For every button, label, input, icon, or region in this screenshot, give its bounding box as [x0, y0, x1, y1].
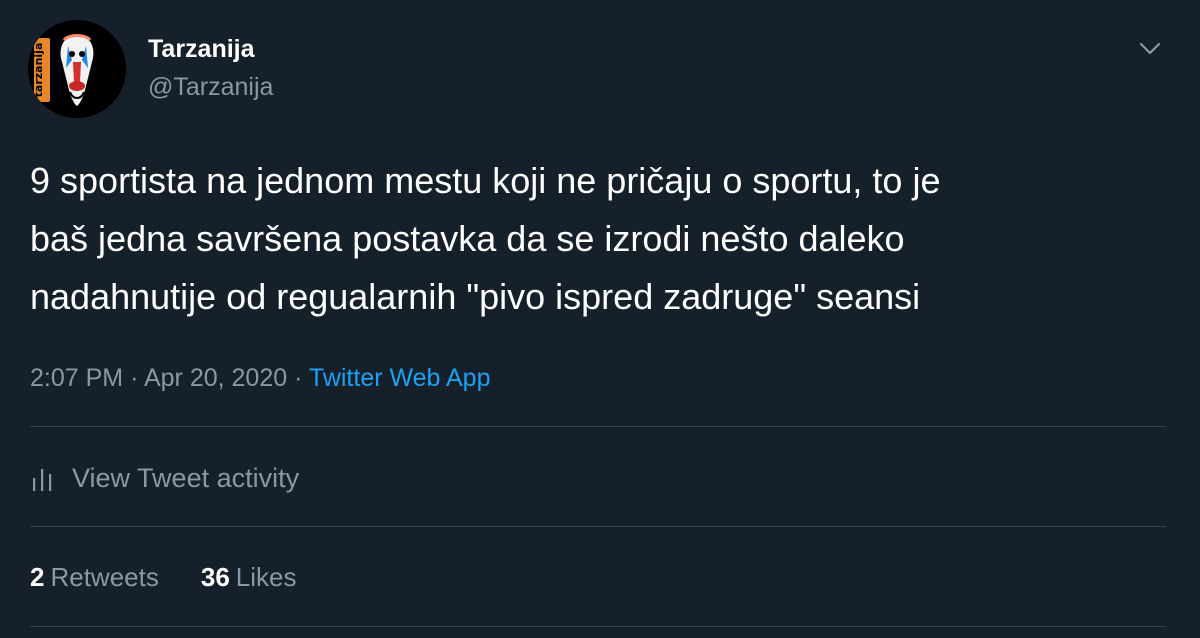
tweet-text: 9 sportista na jednom mestu koji ne prič… [30, 160, 941, 317]
tweet-stats: 2 Retweets 36 Likes [30, 560, 296, 594]
divider [30, 626, 1166, 627]
display-name[interactable]: Tarzanija [148, 34, 255, 64]
meta-separator: · [130, 364, 139, 392]
view-tweet-activity-button[interactable]: View Tweet activity [30, 458, 299, 498]
divider [30, 426, 1166, 427]
chevron-down-icon[interactable] [1132, 30, 1168, 66]
user-handle[interactable]: @Tarzanija [148, 72, 273, 102]
retweets-stat[interactable]: 2 Retweets [30, 560, 159, 594]
retweets-count: 2 [30, 562, 45, 592]
tweet-date[interactable]: Apr 20, 2020 [144, 364, 287, 392]
bar-chart-icon [33, 469, 52, 491]
avatar[interactable]: tarzanija [28, 20, 126, 118]
mandrill-avatar-icon: tarzanija [28, 20, 126, 118]
likes-stat[interactable]: 36 Likes [201, 560, 297, 594]
meta-separator: · [294, 364, 303, 392]
view-tweet-activity-label: View Tweet activity [72, 462, 300, 493]
svg-text:tarzanija: tarzanija [32, 43, 45, 98]
likes-count: 36 [200, 562, 230, 592]
tweet-time[interactable]: 2:07 PM [30, 364, 123, 392]
retweets-label: Retweets [50, 562, 159, 592]
tweet-source-link[interactable]: Twitter Web App [309, 364, 491, 392]
tweet-meta: 2:07 PM · Apr 20, 2020 · Twitter Web App [30, 362, 491, 394]
divider [30, 526, 1166, 527]
likes-label: Likes [235, 562, 297, 592]
tweet-card: tarzanija Tarzanija @Tarzanija 9 sportis… [0, 0, 1200, 638]
